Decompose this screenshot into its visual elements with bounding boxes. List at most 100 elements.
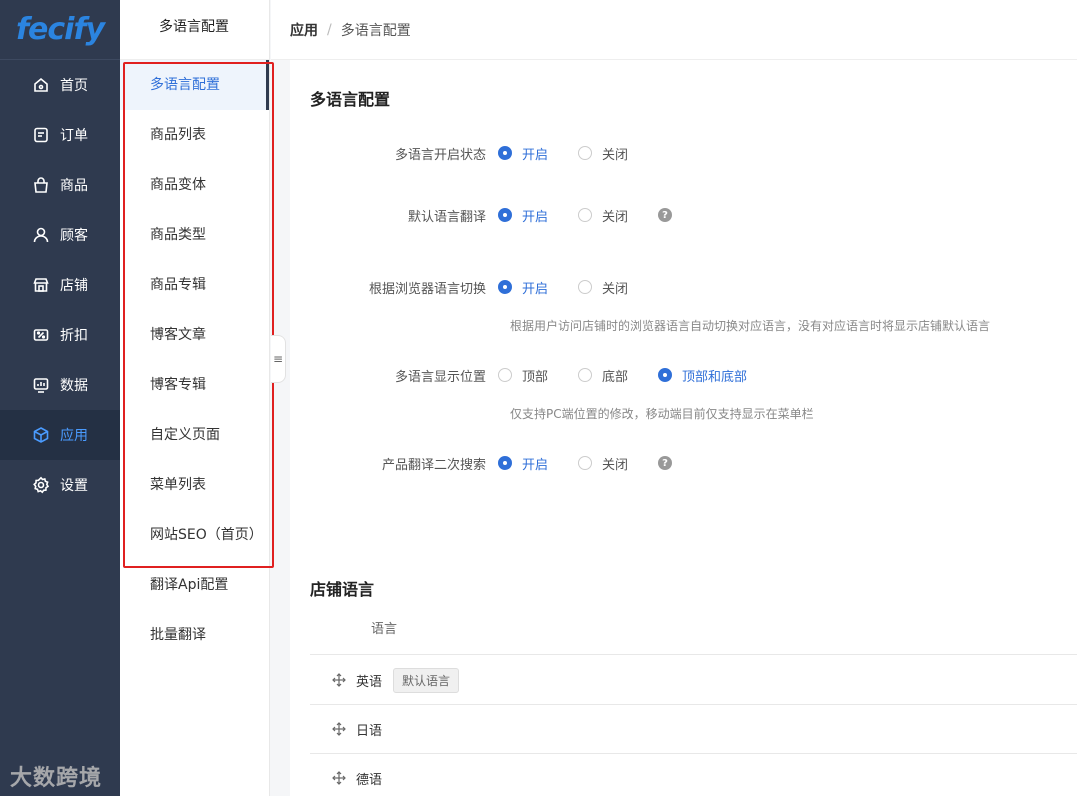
- sub-item-product-list[interactable]: 商品列表: [120, 110, 269, 160]
- radio-label: 开启: [522, 281, 549, 297]
- sub-item-product-types[interactable]: 商品类型: [120, 210, 269, 260]
- radio-default-translate-on[interactable]: 开启: [498, 206, 548, 225]
- sub-item-menu-list[interactable]: 菜单列表: [120, 460, 269, 510]
- table-row[interactable]: 日语: [310, 705, 1077, 754]
- nav-label: 首页: [60, 78, 88, 94]
- row-secondary-search: 产品翻译二次搜索 开启 关闭 ?: [290, 451, 1077, 475]
- submenu-title: 多语言配置: [120, 0, 269, 60]
- radio-dot: [578, 208, 593, 222]
- radio-dot: [498, 146, 512, 160]
- radio-browser-switch-on[interactable]: 开启: [498, 278, 548, 297]
- radio-label: 底部: [602, 369, 629, 385]
- nav-label: 商品: [60, 178, 88, 194]
- position-hint: 仅支持PC端位置的修改，移动端目前仅支持显示在菜单栏: [510, 407, 814, 421]
- sub-item-translate-api[interactable]: 翻译Api配置: [120, 560, 269, 610]
- sub-item-variants[interactable]: 商品变体: [120, 160, 269, 210]
- language-name: 日语: [356, 723, 383, 739]
- drag-handle-icon[interactable]: [332, 722, 346, 736]
- main-content: 多语言配置 多语言开启状态 开启 关闭 默认语言翻译 开启 关闭 ? 根据浏览器…: [290, 60, 1077, 796]
- language-table-header: 语言: [310, 615, 1077, 655]
- user-icon: [32, 226, 50, 244]
- nav-label: 数据: [60, 378, 88, 394]
- sub-item-collections[interactable]: 商品专辑: [120, 260, 269, 310]
- radio-label: 开启: [522, 209, 549, 225]
- nav-item-settings[interactable]: 设置: [0, 460, 120, 510]
- drag-handle-icon[interactable]: [332, 673, 346, 687]
- nav-label: 顾客: [60, 228, 88, 244]
- radio-browser-switch-off[interactable]: 关闭: [578, 278, 628, 297]
- drag-handle-icon[interactable]: [332, 771, 346, 785]
- help-icon[interactable]: ?: [658, 208, 673, 222]
- sub-item-batch-translate[interactable]: 批量翻译: [120, 610, 269, 660]
- nav-item-data[interactable]: 数据: [0, 360, 120, 410]
- radio-label: 顶部和底部: [682, 369, 748, 385]
- sub-item-blog-collections[interactable]: 博客专辑: [120, 360, 269, 410]
- radio-position-top[interactable]: 顶部: [498, 366, 548, 385]
- nav-label: 折扣: [60, 328, 88, 344]
- radio-label: 关闭: [602, 147, 629, 163]
- breadcrumb-current: 多语言配置: [340, 22, 411, 39]
- nav-label: 应用: [60, 428, 88, 444]
- nav-item-home[interactable]: 首页: [0, 60, 120, 110]
- radio-label: 顶部: [522, 369, 549, 385]
- radio-position-both[interactable]: 顶部和底部: [658, 366, 747, 385]
- language-name: 英语: [356, 674, 383, 690]
- nav-item-orders[interactable]: 订单: [0, 110, 120, 160]
- radio-dot: [578, 146, 593, 160]
- nav-item-products[interactable]: 商品: [0, 160, 120, 210]
- collapse-sidebar-handle[interactable]: ≡: [271, 335, 286, 383]
- gear-icon: [32, 476, 50, 494]
- radio-search-on[interactable]: 开启: [498, 454, 548, 473]
- row-multilang-status: 多语言开启状态 开启 关闭: [290, 141, 1077, 165]
- help-icon[interactable]: ?: [658, 456, 673, 470]
- home-icon: [32, 76, 50, 94]
- store-icon: [32, 276, 50, 294]
- sub-sidebar: 多语言配置 多语言配置 商品列表 商品变体 商品类型 商品专辑 博客文章 博客专…: [120, 0, 270, 796]
- order-icon: [32, 126, 50, 144]
- bag-icon: [32, 176, 50, 194]
- radio-dot: [498, 368, 512, 382]
- discount-icon: [32, 326, 50, 344]
- main-sidebar: fecify 首页 订单 商品 顾客 店铺 折扣 数据 应用 设置: [0, 0, 120, 796]
- radio-position-bottom[interactable]: 底部: [578, 366, 628, 385]
- row-label: 多语言开启状态: [394, 147, 486, 163]
- default-language-badge: 默认语言: [393, 667, 460, 693]
- radio-dot: [498, 456, 512, 470]
- radio-label: 关闭: [602, 209, 629, 225]
- radio-dot: [578, 280, 593, 294]
- radio-status-off[interactable]: 关闭: [578, 144, 628, 163]
- row-label: 默认语言翻译: [407, 209, 486, 225]
- sub-item-seo[interactable]: 网站SEO（首页）: [120, 510, 269, 560]
- logo[interactable]: fecify: [0, 0, 120, 60]
- breadcrumb: 应用 / 多语言配置: [271, 0, 1077, 60]
- sub-item-custom-pages[interactable]: 自定义页面: [120, 410, 269, 460]
- breadcrumb-root[interactable]: 应用: [290, 20, 318, 40]
- radio-default-translate-off[interactable]: 关闭: [578, 206, 628, 225]
- radio-label: 开启: [522, 457, 549, 473]
- table-row[interactable]: 德语: [310, 754, 1077, 796]
- radio-dot: [498, 208, 512, 222]
- radio-status-on[interactable]: 开启: [498, 144, 548, 163]
- logo-text: fecify: [16, 12, 105, 47]
- nav-item-customers[interactable]: 顾客: [0, 210, 120, 260]
- row-default-translate: 默认语言翻译 开启 关闭 ?: [290, 203, 1077, 227]
- radio-dot: [578, 368, 593, 382]
- table-row[interactable]: 英语 默认语言: [310, 656, 1077, 705]
- nav-item-discount[interactable]: 折扣: [0, 310, 120, 360]
- radio-label: 关闭: [602, 281, 629, 297]
- browser-switch-hint: 根据用户访问店铺时的浏览器语言自动切换对应语言，没有对应语言时将显示店铺默认语言: [510, 319, 991, 333]
- sub-item-blog-posts[interactable]: 博客文章: [120, 310, 269, 360]
- radio-search-off[interactable]: 关闭: [578, 454, 628, 473]
- nav-item-apps[interactable]: 应用: [0, 410, 120, 460]
- row-label: 产品翻译二次搜索: [381, 457, 486, 473]
- chart-icon: [32, 376, 50, 394]
- sub-item-multilang[interactable]: 多语言配置: [120, 60, 269, 110]
- radio-label: 开启: [522, 147, 549, 163]
- nav-label: 店铺: [60, 278, 88, 294]
- nav-label: 订单: [60, 128, 88, 144]
- radio-label: 关闭: [602, 457, 629, 473]
- nav-item-store[interactable]: 店铺: [0, 260, 120, 310]
- cube-icon: [32, 426, 50, 444]
- row-browser-switch: 根据浏览器语言切换 开启 关闭: [290, 275, 1077, 299]
- radio-dot: [658, 368, 673, 382]
